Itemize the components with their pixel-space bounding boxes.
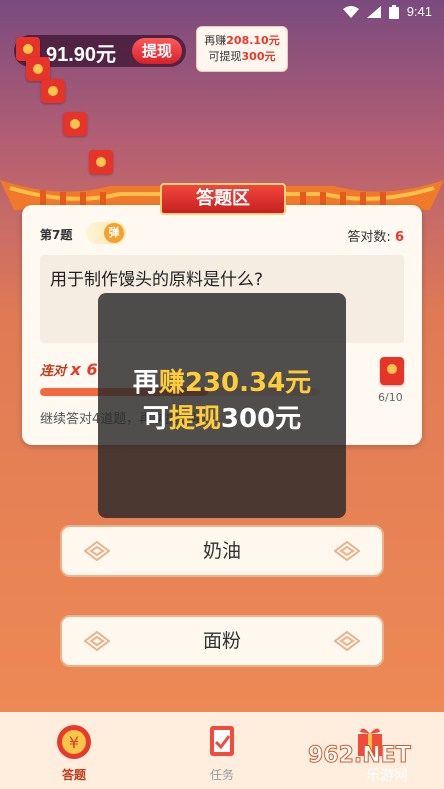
overlay-line-2-prefix: 可 — [142, 404, 169, 434]
tip-line-1-value: 208.10元 — [226, 34, 280, 47]
nav-item-answer[interactable]: ¥ 答题 — [0, 712, 148, 789]
tip-line-2-value: 300元 — [241, 50, 276, 63]
correct-count: 答对数: 6 — [347, 226, 404, 245]
wifi-icon — [342, 5, 359, 18]
correct-count-label: 答对数: — [347, 230, 391, 245]
answer-option[interactable]: 面粉 — [60, 615, 384, 667]
red-envelope-icon[interactable] — [63, 112, 87, 136]
overlay-line-2-highlight: 提现 — [168, 404, 221, 434]
diamond-ornament-icon — [84, 631, 110, 651]
diamond-ornament-icon — [84, 541, 110, 561]
tip-line-1-prefix: 再赚 — [204, 34, 227, 47]
signal-icon — [366, 5, 381, 18]
streak-label: 连对 — [40, 364, 67, 379]
status-bar: 9:41 — [0, 0, 444, 24]
overlay-line-1-highlight: 赚230.34元 — [158, 368, 312, 398]
answer-option-label: 奶油 — [202, 540, 241, 562]
svg-text:¥: ¥ — [69, 733, 79, 752]
streak: 连对 x 6 — [40, 360, 98, 379]
clipboard-check-icon — [210, 726, 234, 756]
red-envelope-icon[interactable] — [26, 57, 50, 81]
battery-icon — [388, 4, 399, 19]
diamond-ornament-icon — [334, 541, 360, 561]
yuan-icon: ¥ — [57, 725, 91, 759]
overlay-line-2-suffix: 300元 — [220, 404, 302, 434]
overlay-line-2: 可提现300元 — [98, 401, 346, 437]
overlay-line-1-prefix: 再 — [132, 368, 159, 398]
answer-option[interactable]: 奶油 — [60, 525, 384, 577]
reward-overlay: 再赚230.34元 可提现300元 — [98, 293, 346, 518]
red-envelope-icon[interactable] — [380, 357, 404, 385]
withdraw-tip-card: 再赚208.10元 可提现300元 — [196, 26, 288, 72]
withdraw-button[interactable]: 提现 — [131, 38, 182, 64]
streak-value: x 6 — [70, 360, 98, 379]
balance-amount: 91.90元 — [46, 44, 117, 66]
tip-line-2: 可提现300元 — [197, 49, 287, 65]
nav-item-task[interactable]: 任务 — [148, 712, 296, 789]
status-icons: 9:41 — [342, 4, 432, 19]
status-time: 9:41 — [406, 4, 432, 19]
tip-line-2-prefix: 可提现 — [208, 50, 242, 63]
overlay-line-1: 再赚230.34元 — [98, 365, 346, 401]
tip-line-1: 再赚208.10元 — [197, 33, 287, 49]
nav-item-label: 答题 — [61, 768, 86, 782]
watermark-subtext: 乐游网 — [366, 768, 408, 784]
watermark-text: 962.NET — [308, 743, 411, 768]
diamond-ornament-icon — [334, 631, 360, 651]
watermark-logo: 962.NET 乐游网 — [308, 743, 411, 785]
nav-item-label: 任务 — [209, 768, 234, 782]
answer-option-label: 面粉 — [202, 630, 241, 652]
section-title: 答题区 — [160, 183, 286, 215]
progress-count: 6/10 — [378, 391, 403, 404]
question-number: 第7题 — [40, 228, 73, 242]
correct-count-value: 6 — [394, 230, 404, 245]
danmu-toggle[interactable]: 弹 — [86, 222, 126, 244]
danmu-label: 弹 — [104, 223, 124, 243]
red-envelope-icon[interactable] — [41, 79, 65, 103]
